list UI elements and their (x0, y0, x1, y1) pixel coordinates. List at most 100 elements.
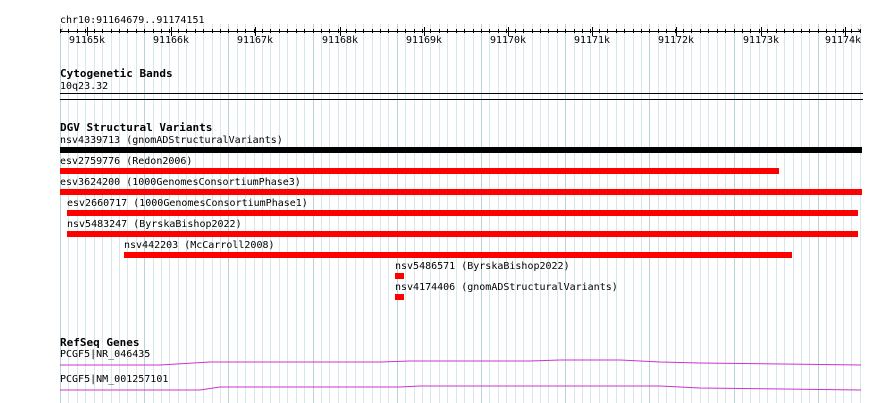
ruler-minor-tick (262, 29, 263, 33)
ruler-tick-label: 91165k (68, 35, 106, 46)
ruler-minor-tick (506, 29, 507, 33)
ruler-minor-tick (127, 29, 128, 33)
ruler-tick-label: 91172k (657, 35, 695, 46)
ruler-minor-tick (835, 29, 836, 33)
ruler-minor-tick (691, 29, 692, 33)
sv-feature-bar[interactable] (60, 147, 862, 153)
ruler-minor-tick (304, 29, 305, 33)
ruler-minor-tick (649, 29, 650, 33)
ruler-minor-tick (111, 29, 112, 33)
ruler-minor-tick (658, 29, 659, 33)
ruler-minor-tick (801, 29, 802, 33)
ruler-minor-tick (254, 29, 255, 33)
ruler-minor-tick (439, 29, 440, 33)
ruler-minor-tick (414, 29, 415, 33)
sv-feature-bar[interactable] (67, 210, 858, 216)
ruler-minor-tick (372, 29, 373, 33)
ruler-minor-tick (430, 29, 431, 33)
ruler-minor-tick (557, 29, 558, 33)
sv-label: nsv4174406 (gnomADStructuralVariants) (395, 282, 618, 293)
ruler-minor-tick (355, 29, 356, 33)
ruler-minor-tick (574, 29, 575, 33)
gene-intron-line (60, 385, 862, 391)
ruler-minor-tick (380, 29, 381, 33)
ruler-minor-tick (776, 29, 777, 33)
ruler-minor-tick (237, 29, 238, 33)
ruler-minor-tick (178, 29, 179, 33)
ruler-minor-tick (582, 29, 583, 33)
gene-model[interactable] (60, 356, 862, 378)
sv-feature-bar[interactable] (60, 168, 779, 174)
ruler-minor-tick (186, 29, 187, 33)
sv-feature-bar[interactable] (395, 273, 404, 279)
ruler-minor-tick (77, 29, 78, 33)
ruler-minor-tick (346, 29, 347, 33)
sv-label: esv2759776 (Redon2006) (60, 156, 193, 167)
ruler-tick-label: 91171k (573, 35, 611, 46)
ruler-minor-tick (296, 29, 297, 33)
ruler-minor-tick (161, 29, 162, 33)
cytoband-label: 10q23.32 (60, 81, 109, 92)
location-label: chr10:91164679..91174151 (60, 15, 205, 26)
ruler-minor-tick (565, 29, 566, 33)
ruler-minor-tick (515, 29, 516, 33)
ruler-tick-label: 91170k (489, 35, 527, 46)
ruler-minor-tick (338, 29, 339, 33)
ruler-minor-tick (245, 29, 246, 33)
sv-feature-bar[interactable] (124, 252, 792, 258)
sv-label: nsv5483247 (ByrskaBishop2022) (67, 219, 242, 230)
ruler-minor-tick (624, 29, 625, 33)
gene-model[interactable] (60, 376, 862, 398)
ruler-minor-tick (843, 29, 844, 33)
ruler-minor-tick (666, 29, 667, 33)
ruler-minor-tick (784, 29, 785, 33)
sv-label: nsv4339713 (gnomADStructuralVariants) (60, 135, 283, 146)
ruler-minor-tick (321, 29, 322, 33)
sv-label: nsv5486571 (ByrskaBishop2022) (395, 261, 570, 272)
cytoband-bottom-line (60, 99, 863, 100)
ruler-tick-label: 91168k (321, 35, 359, 46)
ruler-minor-tick (860, 29, 861, 33)
ruler-minor-tick (464, 29, 465, 33)
ruler-minor-tick (456, 29, 457, 33)
dgv-track-title: DGV Structural Variants (60, 121, 213, 134)
ruler-minor-tick (826, 29, 827, 33)
ruler-tick-label: 91169k (405, 35, 443, 46)
ruler-minor-tick (532, 29, 533, 33)
ruler-minor-tick (279, 29, 280, 33)
ruler-minor-tick (523, 29, 524, 33)
ruler-minor-tick (329, 29, 330, 33)
ruler-minor-tick (675, 29, 676, 33)
ruler-tick-label: 91173k (742, 35, 780, 46)
ruler-minor-tick (489, 29, 490, 33)
ruler-tick-label: 91166k (152, 35, 190, 46)
ruler-minor-tick (742, 29, 743, 33)
ruler-minor-tick (616, 29, 617, 33)
ruler-axis (60, 31, 861, 32)
sv-feature-bar[interactable] (395, 294, 404, 300)
genome-browser-view: chr10:91164679..91174151 ‹ › 91165k 91166… (0, 0, 890, 403)
ruler-minor-tick (540, 29, 541, 33)
ruler-minor-tick (809, 29, 810, 33)
sv-label: esv2660717 (1000GenomesConsortiumPhase1) (67, 198, 308, 209)
ruler-minor-tick (793, 29, 794, 33)
ruler-minor-tick (607, 29, 608, 33)
ruler-minor-tick (153, 29, 154, 33)
ruler-minor-tick (750, 29, 751, 33)
ruler-minor-tick (708, 29, 709, 33)
ruler-minor-tick (203, 29, 204, 33)
ruler-minor-tick (548, 29, 549, 33)
ruler-minor-tick (397, 29, 398, 33)
ruler-tick-label: 91167k (236, 35, 274, 46)
ruler-minor-tick (169, 29, 170, 33)
ruler-minor-tick (60, 29, 61, 33)
sv-feature-bar[interactable] (67, 231, 858, 237)
sv-feature-bar[interactable] (60, 189, 862, 195)
ruler-minor-tick (700, 29, 701, 33)
cytobands-track-title: Cytogenetic Bands (60, 67, 173, 80)
ruler-minor-tick (136, 29, 137, 33)
ruler-minor-tick (220, 29, 221, 33)
ruler-minor-tick (498, 29, 499, 33)
ruler-minor-tick (144, 29, 145, 33)
ruler-minor-tick (313, 29, 314, 33)
